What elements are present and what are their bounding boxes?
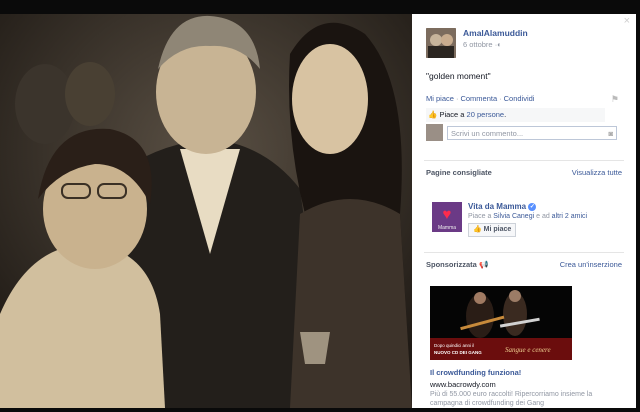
globe-icon: ·◐ (494, 40, 502, 49)
author-avatar[interactable] (426, 28, 456, 58)
page-logo[interactable]: ♥ Mamma (432, 202, 462, 232)
viewer-avatar (426, 124, 443, 141)
likes-summary: 👍 Piace a 20 persone. (426, 108, 605, 122)
page-meta: Piace a Silvia Canegi e ad altri 2 amici (468, 213, 587, 220)
thumbs-up-icon: 👍 (428, 110, 438, 119)
page-name[interactable]: Vita da Mamma ✓ (468, 202, 537, 211)
flag-icon[interactable]: ⚑ (611, 94, 619, 105)
post-date-text[interactable]: 6 ottobre (463, 40, 493, 49)
page-logo-text: Mamma (437, 225, 457, 231)
megaphone-icon: 📢 (478, 260, 489, 269)
divider (424, 160, 624, 161)
post-actions: Mi piace · Commenta · Condividi (426, 94, 534, 103)
meta-prefix: Piace a (468, 213, 494, 220)
comment-placeholder: Scrivi un commento... (451, 128, 524, 138)
likes-prefix: Piace a (439, 110, 467, 119)
comment-row: Scrivi un commento... ◙ (426, 124, 617, 141)
ad-title[interactable]: Il crowdfunding funziona! (430, 368, 521, 377)
create-ad-link[interactable]: Crea un'inserzione (560, 260, 622, 269)
close-icon[interactable]: × (624, 14, 630, 28)
others-link[interactable]: altri 2 amici (552, 213, 587, 220)
ad-image[interactable]: Dopo quindici anni il NUOVO CD DEI GANG … (430, 286, 572, 360)
sponsored-title-text: Sponsorizzata (426, 260, 477, 269)
divider (424, 252, 624, 253)
friend-link[interactable]: Silvia Canegi (493, 213, 534, 220)
ad-banner: Dopo quindici anni il NUOVO CD DEI GANG … (430, 286, 572, 360)
ad-banner-text-1: Dopo quindici anni il (434, 343, 474, 348)
suggested-pages-title: Pagine consigliate (426, 168, 492, 177)
like-action[interactable]: Mi piace (426, 94, 454, 103)
author-name[interactable]: AmalAlamuddin (463, 28, 528, 38)
likes-suffix: . (504, 110, 507, 119)
page-like-label: Mi piace (483, 226, 512, 233)
comment-action[interactable]: Commenta (460, 94, 497, 103)
post-date: 6 ottobre ·◐ (463, 40, 528, 49)
page-name-text[interactable]: Vita da Mamma (468, 202, 526, 211)
avatar-image (426, 28, 456, 58)
post-photo[interactable] (0, 14, 412, 408)
camera-icon[interactable]: ◙ (608, 127, 613, 141)
ad-url[interactable]: www.bacrowdy.com (430, 380, 496, 389)
share-action[interactable]: Condividi (504, 94, 535, 103)
ad-banner-text-2: NUOVO CD DEI GANG (434, 350, 482, 355)
page-like-button[interactable]: 👍 Mi piace (468, 223, 517, 237)
comment-input[interactable]: Scrivi un commento... ◙ (447, 125, 617, 141)
post-caption: "golden moment" (426, 71, 491, 81)
meta-middle: e ad (534, 213, 552, 220)
verified-icon: ✓ (528, 202, 537, 211)
heart-icon: ♥ (442, 206, 452, 223)
thumbs-up-icon: 👍 (473, 226, 482, 233)
likes-count-link[interactable]: 20 persone (467, 110, 505, 119)
see-all-link[interactable]: Visualizza tutte (572, 168, 622, 177)
author-row: AmalAlamuddin 6 ottobre ·◐ (426, 28, 528, 58)
post-details-panel: × AmalAlamuddin 6 ottobre ·◐ "golden mom… (412, 14, 636, 408)
ad-banner-text-3: Sangue e cenere (505, 346, 551, 354)
sponsored-title: Sponsorizzata 📢 (426, 260, 488, 269)
ad-description: Più di 55.000 euro raccolti! Ripercorria… (430, 391, 593, 407)
photo-illustration (0, 14, 412, 408)
